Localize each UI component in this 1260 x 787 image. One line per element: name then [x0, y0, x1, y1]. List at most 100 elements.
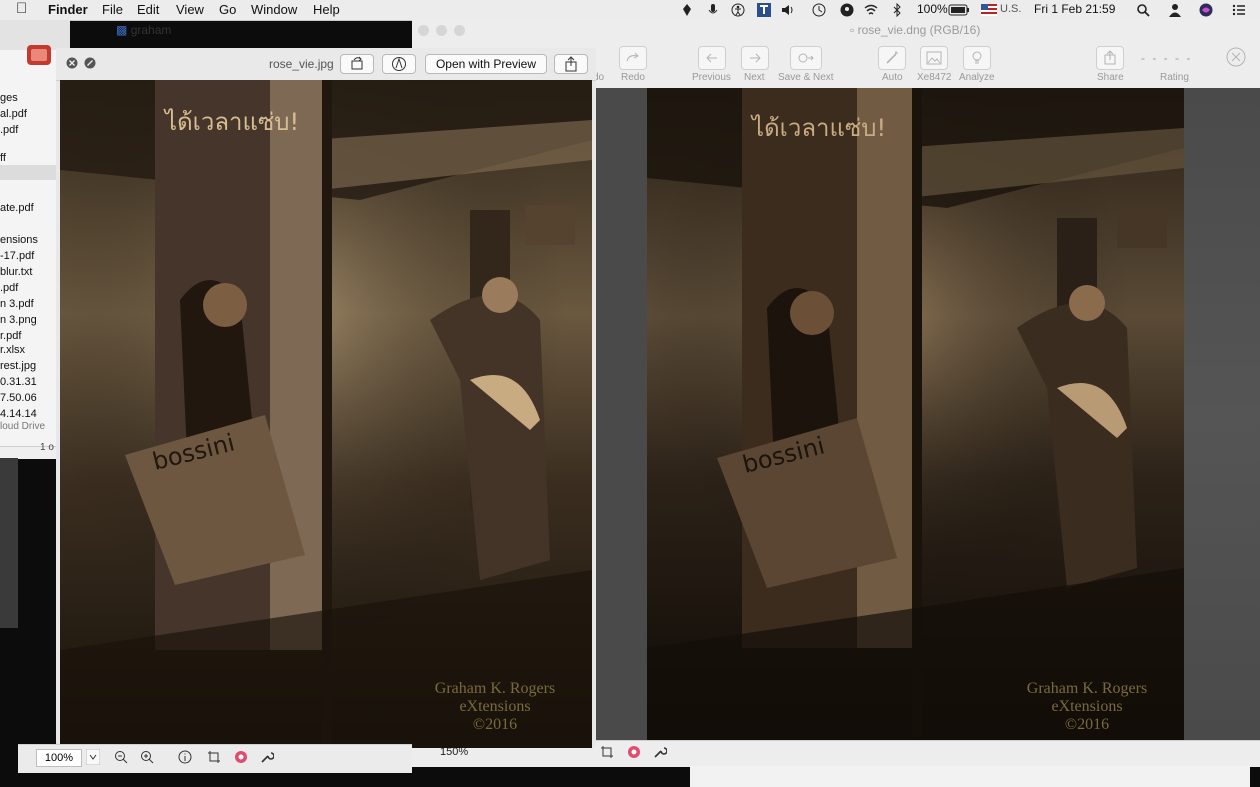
zoom-out-icon[interactable]: [114, 750, 128, 764]
battery-percent: 100%: [917, 2, 948, 16]
menu-view[interactable]: View: [176, 2, 204, 17]
finder-file-item[interactable]: n 3.png: [0, 314, 37, 326]
finder-file-item[interactable]: .pdf: [0, 124, 18, 136]
lightbulb-icon: [972, 51, 982, 64]
battery-icon[interactable]: [948, 3, 970, 17]
auto-button[interactable]: [878, 46, 906, 70]
info-icon[interactable]: [178, 750, 192, 764]
finder-file-item[interactable]: n 3.pdf: [0, 298, 34, 310]
editor-zoom-button[interactable]: [454, 25, 465, 36]
wrench-icon[interactable]: [260, 750, 274, 764]
menu-help[interactable]: Help: [313, 2, 340, 17]
sidebar-icloud-link[interactable]: loud Drive: [0, 421, 45, 432]
finder-file-item[interactable]: 7.50.06: [0, 392, 37, 404]
notification-center-icon[interactable]: [1232, 3, 1246, 17]
share-button[interactable]: [1096, 46, 1124, 70]
finder-file-item[interactable]: ff: [0, 152, 6, 164]
arrow-left-icon: [706, 53, 717, 63]
finder-file-item[interactable]: 4.14.14: [0, 408, 37, 420]
xe8472-button[interactable]: [920, 46, 948, 70]
save-next-label: Save & Next: [778, 72, 834, 83]
siri-icon[interactable]: [1199, 3, 1213, 17]
next-button[interactable]: [741, 46, 769, 70]
editor-watermark-line2: eXtensions: [1051, 698, 1123, 715]
magic-wand-icon: [886, 51, 898, 64]
quicklook-share-button[interactable]: [554, 54, 588, 74]
quicklook-photo[interactable]: ได้เวลาแซ่บ! bossini Graham K. Rogers eX…: [60, 80, 592, 748]
finder-file-item[interactable]: 0.31.31: [0, 376, 37, 388]
close-circle-icon[interactable]: [1225, 46, 1247, 68]
editor-watermark-line1: Graham K. Rogers: [1026, 680, 1148, 697]
user-icon[interactable]: [1168, 3, 1182, 17]
redo-label: Redo: [621, 72, 645, 83]
editor-window-title: ▫ rose_vie.dng (RGB/16): [850, 23, 980, 37]
finder-file-item[interactable]: -17.pdf: [0, 250, 34, 262]
preview-zoom-field[interactable]: 100%: [36, 749, 82, 767]
input-source-label[interactable]: U.S.: [1000, 3, 1021, 15]
menu-go[interactable]: Go: [219, 2, 236, 17]
menu-window[interactable]: Window: [251, 2, 297, 17]
redo-button[interactable]: [619, 46, 647, 70]
bluetooth-icon[interactable]: [890, 3, 904, 17]
editor-minimize-button[interactable]: [436, 25, 447, 36]
volume-icon[interactable]: [781, 3, 795, 17]
editor-close-button[interactable]: [418, 25, 429, 36]
editor-watermark: Graham K. Rogers eXtensions ©2016: [1007, 680, 1167, 734]
text-tool-icon[interactable]: [757, 3, 771, 17]
menu-file[interactable]: File: [102, 2, 123, 17]
finder-file-item[interactable]: ges: [0, 92, 18, 104]
next-label: Next: [744, 72, 765, 83]
crop-icon[interactable]: [600, 745, 614, 759]
home-folder-icon: ▩: [116, 23, 128, 37]
share-label: Share: [1097, 72, 1124, 83]
finder-file-item[interactable]: r.xlsx: [0, 344, 25, 356]
finder-title-text: graham: [130, 23, 172, 37]
share-icon: [565, 56, 577, 72]
finder-file-item[interactable]: al.pdf: [0, 108, 27, 120]
editor-sign-text: ได้เวลาแซ่บ!: [750, 114, 886, 142]
editor-photo[interactable]: ได้เวลาแซ่บ! bossini Graham K. Rogers eX…: [647, 88, 1184, 740]
menu-app-name[interactable]: Finder: [48, 2, 88, 17]
finder-file-item[interactable]: blur.txt: [0, 266, 32, 278]
menu-bar:  Finder File Edit View Go Window Help 1…: [0, 0, 1260, 21]
rotate-button[interactable]: [340, 54, 374, 74]
finder-file-item[interactable]: r.pdf: [0, 330, 21, 342]
time-machine-icon[interactable]: [812, 3, 826, 17]
us-flag-icon[interactable]: [981, 3, 997, 17]
folder-app-icon: [27, 45, 51, 65]
accessibility-icon[interactable]: [731, 3, 745, 17]
crop-icon[interactable]: [207, 750, 221, 764]
document-icon: ▫: [850, 23, 855, 37]
finder-file-item[interactable]: ensions: [0, 234, 38, 246]
dropbox-icon[interactable]: [680, 3, 694, 17]
previous-button[interactable]: [698, 46, 726, 70]
wifi-icon[interactable]: [864, 3, 878, 17]
open-with-preview-button[interactable]: Open with Preview: [425, 54, 547, 74]
finder-file-item[interactable]: .pdf: [0, 282, 18, 294]
finder-window-title: ▩ graham: [116, 23, 171, 37]
editor-watermark-line3: ©2016: [1064, 716, 1110, 733]
analyze-button[interactable]: [963, 46, 991, 70]
wrench-icon[interactable]: [653, 745, 667, 759]
rating-stars[interactable]: - - - - -: [1141, 51, 1192, 65]
quicklook-filename: rose_vie.jpg: [269, 57, 334, 71]
clock[interactable]: Fri 1 Feb 21:59: [1034, 2, 1115, 16]
quicklook-close-icon[interactable]: [66, 57, 78, 69]
save-next-button[interactable]: [790, 46, 822, 70]
menu-edit[interactable]: Edit: [137, 2, 159, 17]
markup-button[interactable]: [382, 54, 416, 74]
microphone-icon[interactable]: [706, 3, 720, 17]
color-picker-icon[interactable]: [627, 745, 641, 759]
auto-label: Auto: [882, 72, 903, 83]
apple-icon[interactable]: : [16, 0, 27, 17]
zoom-dropdown-icon[interactable]: [86, 749, 100, 765]
background-window-strip: [690, 766, 1250, 787]
finder-file-item[interactable]: rest.jpg: [0, 360, 36, 372]
color-picker-icon[interactable]: [234, 750, 248, 764]
editor-photo-image: ได้เวลาแซ่บ! bossini: [647, 88, 1184, 740]
zoom-in-icon[interactable]: [140, 750, 154, 764]
spotlight-search-icon[interactable]: [1136, 3, 1150, 17]
vpn-icon[interactable]: [840, 3, 854, 17]
finder-file-item[interactable]: ate.pdf: [0, 202, 34, 214]
quicklook-fullscreen-icon[interactable]: [84, 57, 96, 69]
